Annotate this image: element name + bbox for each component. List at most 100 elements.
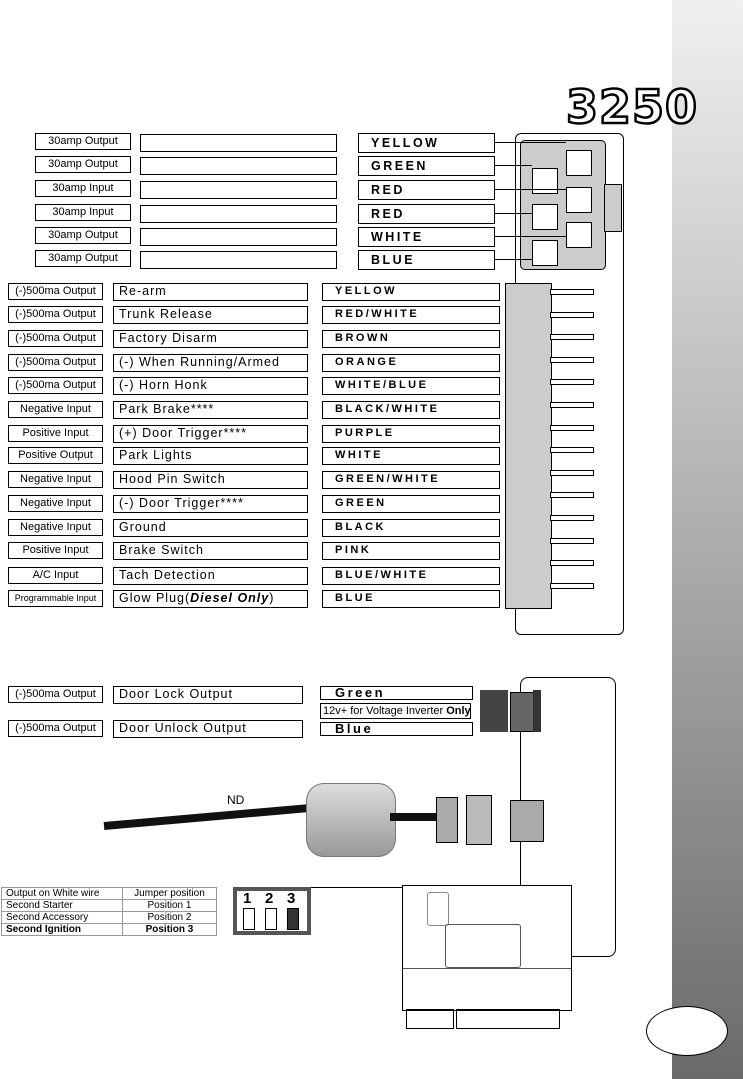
terminal (566, 187, 592, 213)
page-number-oval (646, 1006, 728, 1056)
table-cell: Position 2 (121, 911, 218, 924)
wire-type-label: (-)500ma Output (8, 720, 103, 737)
harness-pin (550, 424, 594, 431)
terminal (532, 168, 558, 194)
remote-start-module (402, 885, 572, 1011)
wire-function-box: (-) Horn Honk (113, 377, 308, 395)
wire-type-label: 30amp Output (35, 156, 131, 173)
wire-type-label: (-)500ma Output (8, 283, 103, 300)
wire-function: Factory Disarm (119, 331, 218, 345)
table-cell: Second Accessory (1, 911, 123, 924)
harness-pin (550, 560, 594, 567)
wire-function: Tach Detection (119, 568, 216, 582)
module-plug-left (406, 1009, 454, 1029)
wire-function-box: Brake Switch (113, 542, 308, 560)
wire-line (495, 142, 566, 143)
wire-function-box: (+) Door Trigger**** (113, 425, 308, 443)
jumper-pins[interactable] (265, 908, 277, 930)
wire-function-box (140, 134, 337, 152)
terminal (532, 240, 558, 266)
wire-line (495, 189, 566, 190)
harness-pin (550, 515, 594, 521)
wire-color-label: WHITE/BLUE (322, 377, 500, 395)
jumper-number: 2 (265, 890, 274, 907)
harness-pin (550, 334, 594, 341)
wire-type-label: Negative Input (8, 471, 103, 488)
jumper-diagram: 123 (233, 887, 311, 935)
socket-edge (533, 690, 541, 732)
harness-pin (550, 379, 594, 386)
wire-color-label: YELLOW (322, 283, 500, 301)
antenna-socket (510, 800, 544, 842)
wire-function: (-) Horn Honk (119, 378, 208, 392)
wire-function-box: Door Unlock Output (113, 720, 303, 738)
wire-function-box (140, 205, 337, 223)
wire-color-label: ORANGE (322, 354, 500, 372)
wire-color-label: GREEN/WHITE (322, 471, 500, 489)
wire-color-label: BLUE (322, 590, 500, 608)
jumper-cap[interactable] (287, 908, 299, 930)
module-plug-right (456, 1009, 560, 1029)
harness-pin (550, 289, 594, 295)
module-divider (403, 968, 571, 969)
arrow-line (311, 887, 403, 888)
wire-function-box: Ground (113, 519, 308, 537)
antenna-cable (103, 802, 324, 830)
harness-pin (550, 492, 594, 499)
wire-type-label: Negative Input (8, 519, 103, 536)
wire-color-label: GREEN (358, 156, 495, 176)
main-harness-connector (505, 283, 552, 609)
wire-color-label: Blue (320, 722, 473, 736)
table-cell: Position 3 (121, 923, 218, 936)
terminal (566, 222, 592, 248)
table-cell: Position 1 (121, 899, 218, 912)
wire-color-label: Green (320, 686, 473, 700)
wire-type-label: Positive Output (8, 447, 103, 464)
wire-type-label: (-)500ma Output (8, 686, 103, 703)
wire-color-label: BLACK/WHITE (322, 401, 500, 419)
wire-color-label: RED (358, 204, 495, 224)
wire-function-box: Glow Plug(Diesel Only) (113, 590, 308, 608)
module-tab (427, 892, 449, 926)
wire-function-box: (-) Door Trigger**** (113, 495, 308, 513)
wire-function-box (140, 157, 337, 175)
wire-type-label: 30amp Input (35, 180, 131, 197)
wire-type-label: (-)500ma Output (8, 306, 103, 323)
wire-type-label: 30amp Output (35, 133, 131, 150)
wire-line (495, 213, 532, 214)
wire-function-box: Factory Disarm (113, 330, 308, 348)
inverter-note: 12v+ for Voltage Inverter Only (320, 703, 471, 719)
terminal (566, 150, 592, 176)
antenna-plug (436, 797, 458, 843)
wire-color-label: RED/WHITE (322, 306, 500, 324)
wire-function: Hood Pin Switch (119, 472, 226, 486)
wire-function-box (140, 228, 337, 246)
harness-pin (550, 469, 594, 476)
table-cell: Second Ignition (1, 923, 123, 936)
wire-type-label: Positive Input (8, 542, 103, 559)
table-header: Output on White wire (1, 887, 123, 900)
wire-color-label: BROWN (322, 330, 500, 348)
wire-function-box (140, 181, 337, 199)
wire-function: Ground (119, 520, 167, 534)
table-header: Jumper position (121, 887, 218, 900)
harness-pin (550, 447, 594, 454)
antenna-cable-short (390, 813, 436, 821)
jumper-pins[interactable] (243, 908, 255, 930)
wire-function: (-) Door Trigger**** (119, 496, 244, 510)
harness-pin (550, 356, 594, 363)
wire-type-label: 30amp Input (35, 204, 131, 221)
wire-color-label: WHITE (322, 447, 500, 465)
wire-color-label: GREEN (322, 495, 500, 513)
wire-type-label: A/C Input (8, 567, 103, 584)
wire-type-label: Negative Input (8, 495, 103, 512)
module-label-area (445, 924, 521, 968)
harness-pin (550, 402, 594, 408)
door-lock-plug (480, 690, 508, 732)
wire-color-label: PINK (322, 542, 500, 560)
wire-function: Brake Switch (119, 543, 204, 557)
harness-pin (550, 582, 594, 589)
wire-function: Re-arm (119, 284, 167, 298)
wire-color-label: RED (358, 180, 495, 200)
harness-pin (550, 311, 594, 318)
